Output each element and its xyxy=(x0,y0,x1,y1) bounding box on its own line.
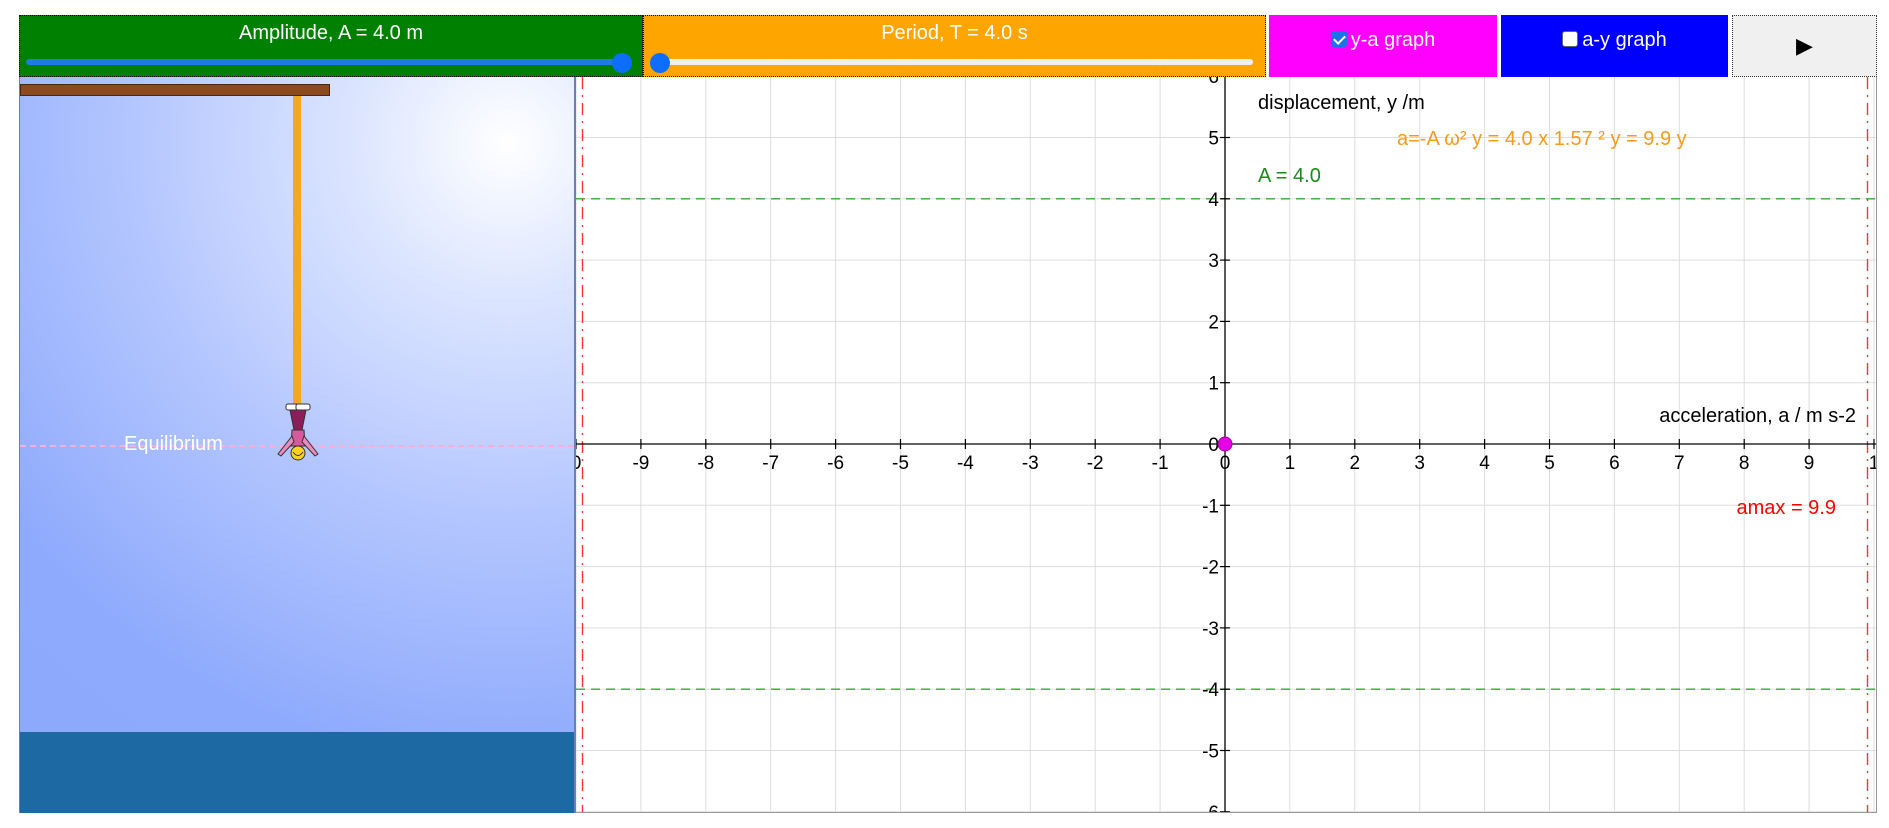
amplitude-slider[interactable] xyxy=(26,59,630,65)
ya-graph-checkbox[interactable] xyxy=(1330,31,1347,47)
ya-graph-label: y-a graph xyxy=(1350,29,1436,51)
x-tick-label: 8 xyxy=(1739,453,1750,474)
x-tick-label: 1 xyxy=(1869,453,1877,474)
water xyxy=(20,732,574,813)
formula-label: a=-A ω² y = 4.0 x 1.57 ² y = 9.9 y xyxy=(1397,128,1687,150)
x-tick-label: -3 xyxy=(1022,453,1039,474)
current-state-point xyxy=(1217,436,1233,452)
x-tick-label: 2 xyxy=(1350,453,1361,474)
amplitude-control: Amplitude, A = 4.0 m xyxy=(19,15,643,77)
amplitude-readout: A = 4.0 xyxy=(1258,165,1321,187)
y-tick-label: 5 xyxy=(1208,129,1219,150)
x-tick-label: 9 xyxy=(1804,453,1815,474)
y-tick-label: -4 xyxy=(1202,680,1219,701)
x-tick-label: -5 xyxy=(892,453,909,474)
x-tick-label: -8 xyxy=(697,453,714,474)
ay-graph-label: a-y graph xyxy=(1582,29,1667,51)
x-tick-label: 1 xyxy=(1285,453,1296,474)
ya-graph-canvas: 0 -9 -8 -7 -6 -5 -4 -3 -2 -1 0 1 2 3 4 5 6 7 8 9 1 6 5 4 3 2 1 0 -1 -… xyxy=(576,77,1877,813)
y-axis-label: displacement, y /m xyxy=(1258,92,1425,114)
bungee-rope xyxy=(293,96,301,406)
y-tick-label: -2 xyxy=(1202,558,1219,579)
ay-graph-toggle[interactable]: a-y graph xyxy=(1501,15,1728,77)
amax-readout: amax = 9.9 xyxy=(1736,497,1836,519)
x-tick-label: -1 xyxy=(1152,453,1169,474)
x-tick-label: 7 xyxy=(1674,453,1685,474)
x-axis-label: acceleration, a / m s-2 xyxy=(1659,405,1856,427)
y-tick-label: 3 xyxy=(1208,251,1219,272)
period-label: Period, T = 4.0 s xyxy=(881,22,1028,44)
x-tick-label: 3 xyxy=(1414,453,1425,474)
play-button[interactable]: ▶ xyxy=(1732,15,1877,77)
y-tick-label: -1 xyxy=(1202,496,1219,517)
ya-graph: 0 -9 -8 -7 -6 -5 -4 -3 -2 -1 0 1 2 3 4 5 6 7 8 9 1 6 5 4 3 2 1 0 -1 -… xyxy=(576,77,1877,813)
ya-graph-toggle[interactable]: y-a graph xyxy=(1269,15,1497,77)
x-tick-label: -4 xyxy=(957,453,974,474)
x-tick-label: -2 xyxy=(1087,453,1104,474)
x-tick-label: 5 xyxy=(1544,453,1555,474)
bungee-scene: Equilibrium xyxy=(19,77,576,813)
y-tick-label: 2 xyxy=(1208,312,1219,333)
bungee-jumper-icon[interactable] xyxy=(272,402,330,470)
x-tick-label: -7 xyxy=(762,453,779,474)
y-tick-label: -6 xyxy=(1202,803,1219,813)
y-tick-label: 0 xyxy=(1208,435,1219,456)
y-tick-label: -3 xyxy=(1202,619,1219,640)
ay-graph-checkbox[interactable] xyxy=(1562,31,1579,47)
y-tick-label: -5 xyxy=(1202,742,1219,763)
y-tick-label: 4 xyxy=(1208,190,1219,211)
x-tick-label: 0 xyxy=(576,453,581,474)
x-tick-label: 0 xyxy=(1220,453,1231,474)
y-tick-label: 6 xyxy=(1208,77,1219,88)
x-tick-label: -6 xyxy=(827,453,844,474)
y-tick-label: 1 xyxy=(1208,374,1219,395)
jump-platform xyxy=(20,84,330,96)
amplitude-label: Amplitude, A = 4.0 m xyxy=(239,22,423,44)
x-tick-label: 4 xyxy=(1479,453,1490,474)
period-control: Period, T = 4.0 s xyxy=(643,15,1266,77)
play-icon: ▶ xyxy=(1796,33,1813,58)
period-slider-thumb[interactable] xyxy=(650,53,670,73)
x-tick-label: 6 xyxy=(1609,453,1620,474)
x-tick-label: -9 xyxy=(632,453,649,474)
period-slider[interactable] xyxy=(650,59,1253,65)
equilibrium-label: Equilibrium xyxy=(124,433,223,455)
amplitude-slider-thumb[interactable] xyxy=(612,53,632,73)
